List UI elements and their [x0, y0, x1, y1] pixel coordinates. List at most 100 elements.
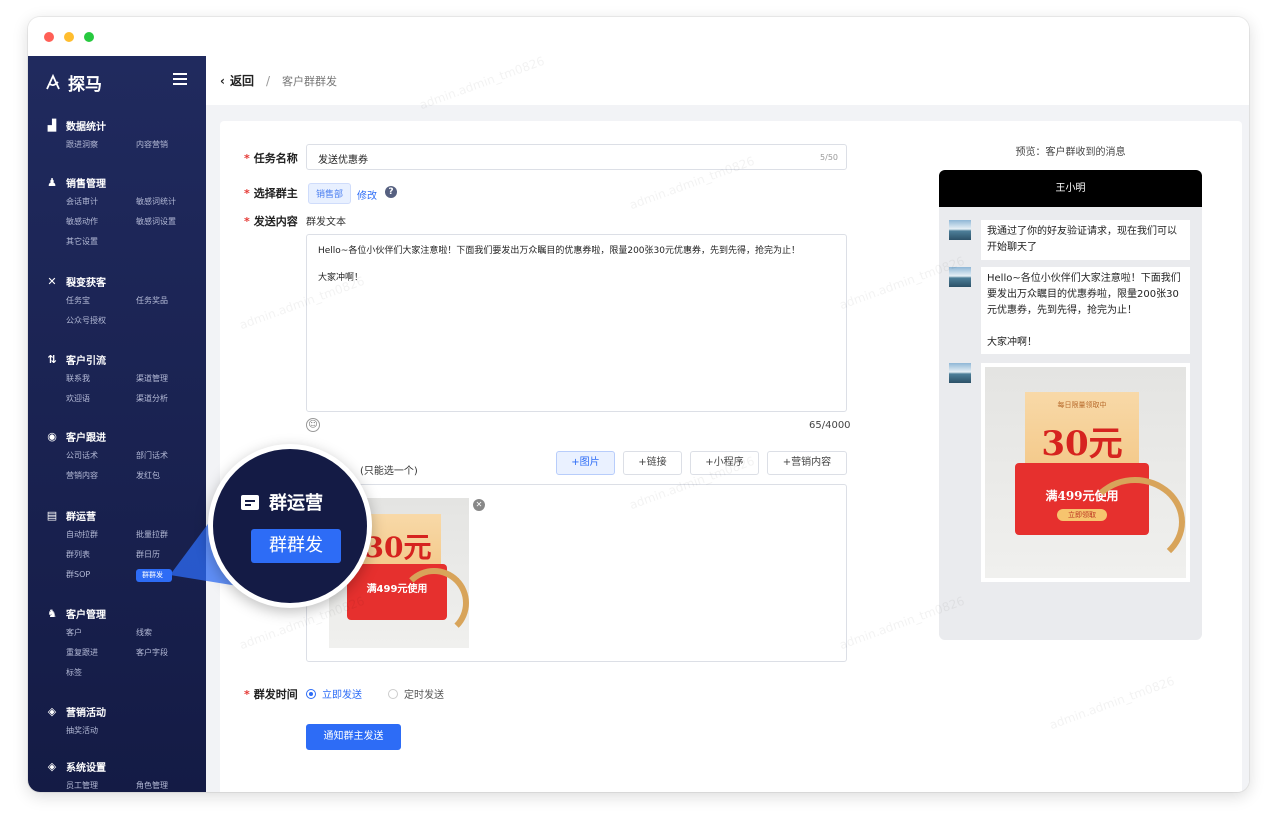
add-miniprogram-button[interactable]: +小程序 [690, 451, 759, 475]
user-icon: ♟ [47, 175, 57, 189]
sidebar-group-header[interactable]: ▟ 数据统计 [46, 116, 206, 134]
sidebar-group-data: ▟ 数据统计 跟进洞察 内容营销 [46, 116, 206, 153]
sidebar-item[interactable]: 角色管理 [136, 778, 206, 792]
task-name-counter: 5/50 [820, 153, 838, 162]
sidebar-group-sales: ♟ 销售管理 会话审计 敏感词统计 敏感动作 敏感词设置 其它设置 [46, 173, 206, 250]
sidebar-item[interactable]: 敏感动作 [66, 214, 136, 230]
sidebar-item[interactable]: 联系我 [66, 371, 136, 387]
sidebar-group-title: 客户引流 [66, 355, 106, 367]
chat-contact-name: 王小明 [939, 170, 1202, 207]
sidebar-item[interactable]: 欢迎语 [66, 391, 136, 407]
sidebar-item[interactable]: 员工管理 [66, 778, 136, 792]
sidebar-item[interactable]: 客户字段 [136, 645, 206, 661]
owner-tag: 销售部 [308, 183, 352, 204]
remove-image-icon[interactable]: ✕ [473, 499, 485, 511]
add-marketing-content-button[interactable]: +营销内容 [767, 451, 847, 475]
sidebar-item[interactable]: 抽奖活动 [66, 723, 136, 739]
logo-icon [46, 73, 60, 89]
chat-message: 我通过了你的好友验证请求，现在我们可以开始聊天了 [981, 220, 1190, 260]
sidebar-item[interactable]: 标签 [66, 665, 136, 681]
sidebar-group-title: 营销活动 [66, 707, 106, 719]
sidebar-item[interactable]: 敏感词设置 [136, 214, 206, 230]
sidebar-item[interactable]: 渠道管理 [136, 371, 206, 387]
avatar [949, 363, 971, 383]
chart-icon: ▟ [47, 118, 57, 132]
sidebar-group-title: 数据统计 [66, 121, 106, 133]
add-link-button[interactable]: +链接 [623, 451, 682, 475]
target-icon: ◉ [47, 429, 57, 443]
sidebar-item[interactable]: 其它设置 [66, 234, 136, 250]
task-name-input[interactable]: 发送优惠券 5/50 [306, 144, 847, 170]
content-type-label: 群发文本 [306, 217, 346, 228]
sidebar-group-title: 销售管理 [66, 178, 106, 190]
main-content: ‹ 返回 / 客户群群发 * 任务名称 发送优惠券 5/50 * 选择群主 销售部 … [206, 54, 1249, 792]
help-icon[interactable]: ? [385, 186, 397, 198]
breadcrumb-separator: / [265, 73, 271, 88]
radio-scheduled[interactable]: 定时发送 [388, 686, 444, 701]
callout-title: 群运营 [241, 489, 323, 515]
sidebar-item[interactable]: 线索 [136, 625, 206, 641]
edit-owner-link[interactable]: 修改 [357, 187, 377, 202]
sidebar-group-header[interactable]: ♟ 销售管理 [46, 173, 206, 191]
close-window-dot[interactable] [44, 32, 54, 42]
sidebar-group-settings: ◈ 系统设置 员工管理 角色管理 [46, 757, 206, 792]
sidebar-item[interactable]: 敏感词统计 [136, 194, 206, 210]
radio-send-now[interactable]: 立即发送 [306, 686, 362, 701]
title-bar [28, 17, 1249, 56]
sidebar-item[interactable]: 任务宝 [66, 293, 136, 309]
sidebar-group-header[interactable]: ◈ 营销活动 [46, 702, 206, 720]
add-image-button[interactable]: +图片 [556, 451, 615, 475]
sidebar-item[interactable]: 会话审计 [66, 194, 136, 210]
task-name-value: 发送优惠券 [318, 155, 368, 166]
radio-selected-icon [306, 688, 316, 699]
sidebar-item[interactable]: 重复跟进 [66, 645, 136, 661]
settings-icon: ◈ [47, 759, 57, 773]
callout-active-item: 群群发 [251, 529, 341, 563]
sidebar-group-header[interactable]: ◉ 客户跟进 [46, 427, 206, 445]
sidebar-item[interactable]: 群列表 [66, 547, 136, 563]
content-textarea[interactable]: Hello~各位小伙伴们大家注意啦！下面我们要发出万众瞩目的优惠券啦，限量200… [306, 234, 847, 412]
sidebar-item[interactable]: 任务奖品 [136, 293, 206, 309]
sidebar-group-header[interactable]: ⇅ 客户引流 [46, 350, 206, 368]
attachment-box: 30元 满499元使用 ✕ [306, 484, 847, 662]
sidebar-item[interactable]: 客户 [66, 625, 136, 641]
sidebar-group-title: 系统设置 [66, 762, 106, 774]
sidebar-group-traffic: ⇅ 客户引流 联系我 渠道管理 欢迎语 渠道分析 [46, 350, 206, 407]
sidebar-group-header[interactable]: ✕ 裂变获客 [46, 272, 206, 290]
sidebar-item[interactable]: 自动拉群 [66, 527, 136, 543]
sidebar-item[interactable]: 跟进洞察 [66, 137, 136, 153]
form-card: * 任务名称 发送优惠券 5/50 * 选择群主 销售部 修改 ? * 发送内容 群发… [220, 121, 1242, 792]
sidebar-group-campaign: ◈ 营销活动 抽奖活动 [46, 702, 206, 739]
sidebar-item[interactable]: 渠道分析 [136, 391, 206, 407]
maximize-window-dot[interactable] [84, 32, 94, 42]
sidebar-group-header[interactable]: ◈ 系统设置 [46, 757, 206, 775]
minimize-window-dot[interactable] [64, 32, 74, 42]
collapse-menu-icon[interactable] [173, 73, 187, 85]
content-label: * 发送内容 [244, 215, 298, 228]
notify-owner-send-button[interactable]: 通知群主发送 [306, 724, 401, 750]
back-label: 返回 [229, 74, 254, 88]
app-name: 探马 [68, 75, 102, 95]
group-chat-icon [241, 494, 259, 510]
sidebar-group-title: 裂变获客 [66, 277, 106, 289]
task-name-label: * 任务名称 [244, 152, 298, 165]
sidebar-item[interactable]: 公司话术 [66, 448, 136, 464]
sidebar-item[interactable]: 营销内容 [66, 468, 136, 484]
avatar [949, 267, 971, 287]
fission-icon: ✕ [47, 274, 57, 288]
breadcrumb: 客户群群发 [282, 74, 338, 88]
content-text-line2: 大家冲啊！ [318, 273, 364, 283]
chevron-left-icon: ‹ [220, 73, 225, 88]
sidebar-item[interactable]: 公众号授权 [66, 313, 136, 329]
preview-title: 预览：客户群收到的消息 [1015, 147, 1126, 158]
content-text-line1: Hello~各位小伙伴们大家注意啦！下面我们要发出万众瞩目的优惠券啦，限量200… [318, 246, 800, 256]
send-time-label: * 群发时间 [244, 688, 298, 701]
group-chat-icon: ▤ [46, 508, 58, 522]
sidebar-item[interactable]: 群SOP [66, 567, 136, 583]
sidebar-item[interactable]: 内容营销 [136, 137, 206, 153]
campaign-icon: ◈ [47, 704, 57, 718]
traffic-icon: ⇅ [47, 352, 57, 366]
emoji-icon[interactable]: ☺ [306, 418, 320, 432]
radio-unselected-icon [388, 688, 398, 699]
back-button[interactable]: ‹ 返回 [220, 72, 254, 89]
